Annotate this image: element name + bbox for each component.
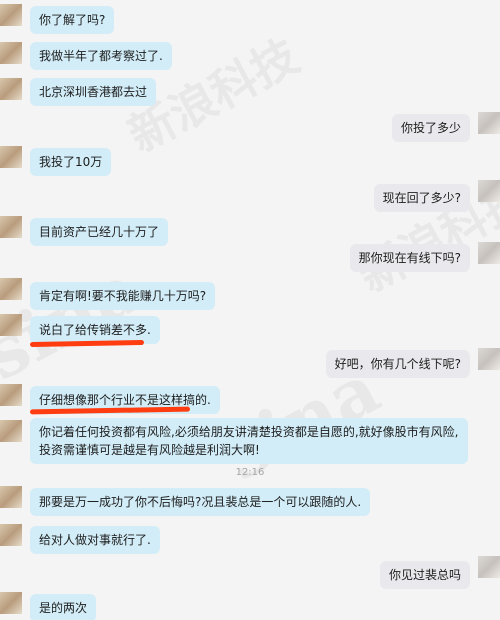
avatar[interactable] <box>0 524 22 546</box>
message-bubble-outgoing: 好吧，你有几个线下呢? <box>325 350 470 378</box>
avatar[interactable] <box>0 592 22 614</box>
message-bubble-incoming: 肯定有啊!要不我能赚几十万吗? <box>30 282 216 310</box>
avatar[interactable] <box>0 314 22 336</box>
avatar[interactable] <box>0 78 22 100</box>
message-bubble-incoming: 北京深圳香港都去过 <box>30 78 157 106</box>
message-bubble-incoming: 是的两次 <box>30 594 97 620</box>
avatar[interactable] <box>478 112 500 134</box>
message-timestamp: 12:16 <box>235 467 265 478</box>
highlight-underline <box>29 340 145 347</box>
avatar[interactable] <box>0 278 22 300</box>
message-bubble-incoming: 你了解了吗? <box>30 6 115 34</box>
message-bubble-incoming: 目前资产已经几十万了 <box>30 218 169 246</box>
message-bubble-outgoing: 现在回了多少? <box>373 184 470 212</box>
message-bubble-incoming: 那要是万一成功了你不后悔吗?况且裴总是一个可以跟随的人. <box>30 488 371 516</box>
chat-window: sina 新浪科技 sina 新浪科技 你了解了吗? 我做半年了都考察过了. 北… <box>0 0 500 620</box>
avatar[interactable] <box>0 146 22 168</box>
avatar[interactable] <box>478 348 500 370</box>
avatar[interactable] <box>0 216 22 238</box>
watermark-sina-tech: 新浪科技 <box>349 168 500 303</box>
message-bubble-incoming: 我投了10万 <box>30 148 112 176</box>
message-bubble-incoming: 你记着任何投资都有风险,必须给朋友讲清楚投资都是自愿的,就好像股市有风险,投资需… <box>30 418 468 464</box>
avatar[interactable] <box>478 556 500 578</box>
avatar[interactable] <box>0 4 22 26</box>
message-bubble-outgoing: 你投了多少 <box>391 114 470 142</box>
message-bubble-outgoing: 那你现在有线下吗? <box>349 244 470 272</box>
message-bubble-incoming: 给对人做对事就行了. <box>30 526 160 554</box>
message-bubble-outgoing: 你见过裴总吗 <box>379 561 470 589</box>
avatar[interactable] <box>0 420 22 442</box>
avatar[interactable] <box>0 384 22 406</box>
avatar[interactable] <box>478 180 500 202</box>
message-bubble-incoming: 我做半年了都考察过了. <box>30 42 172 70</box>
avatar[interactable] <box>0 42 22 64</box>
avatar[interactable] <box>478 242 500 264</box>
avatar[interactable] <box>0 486 22 508</box>
